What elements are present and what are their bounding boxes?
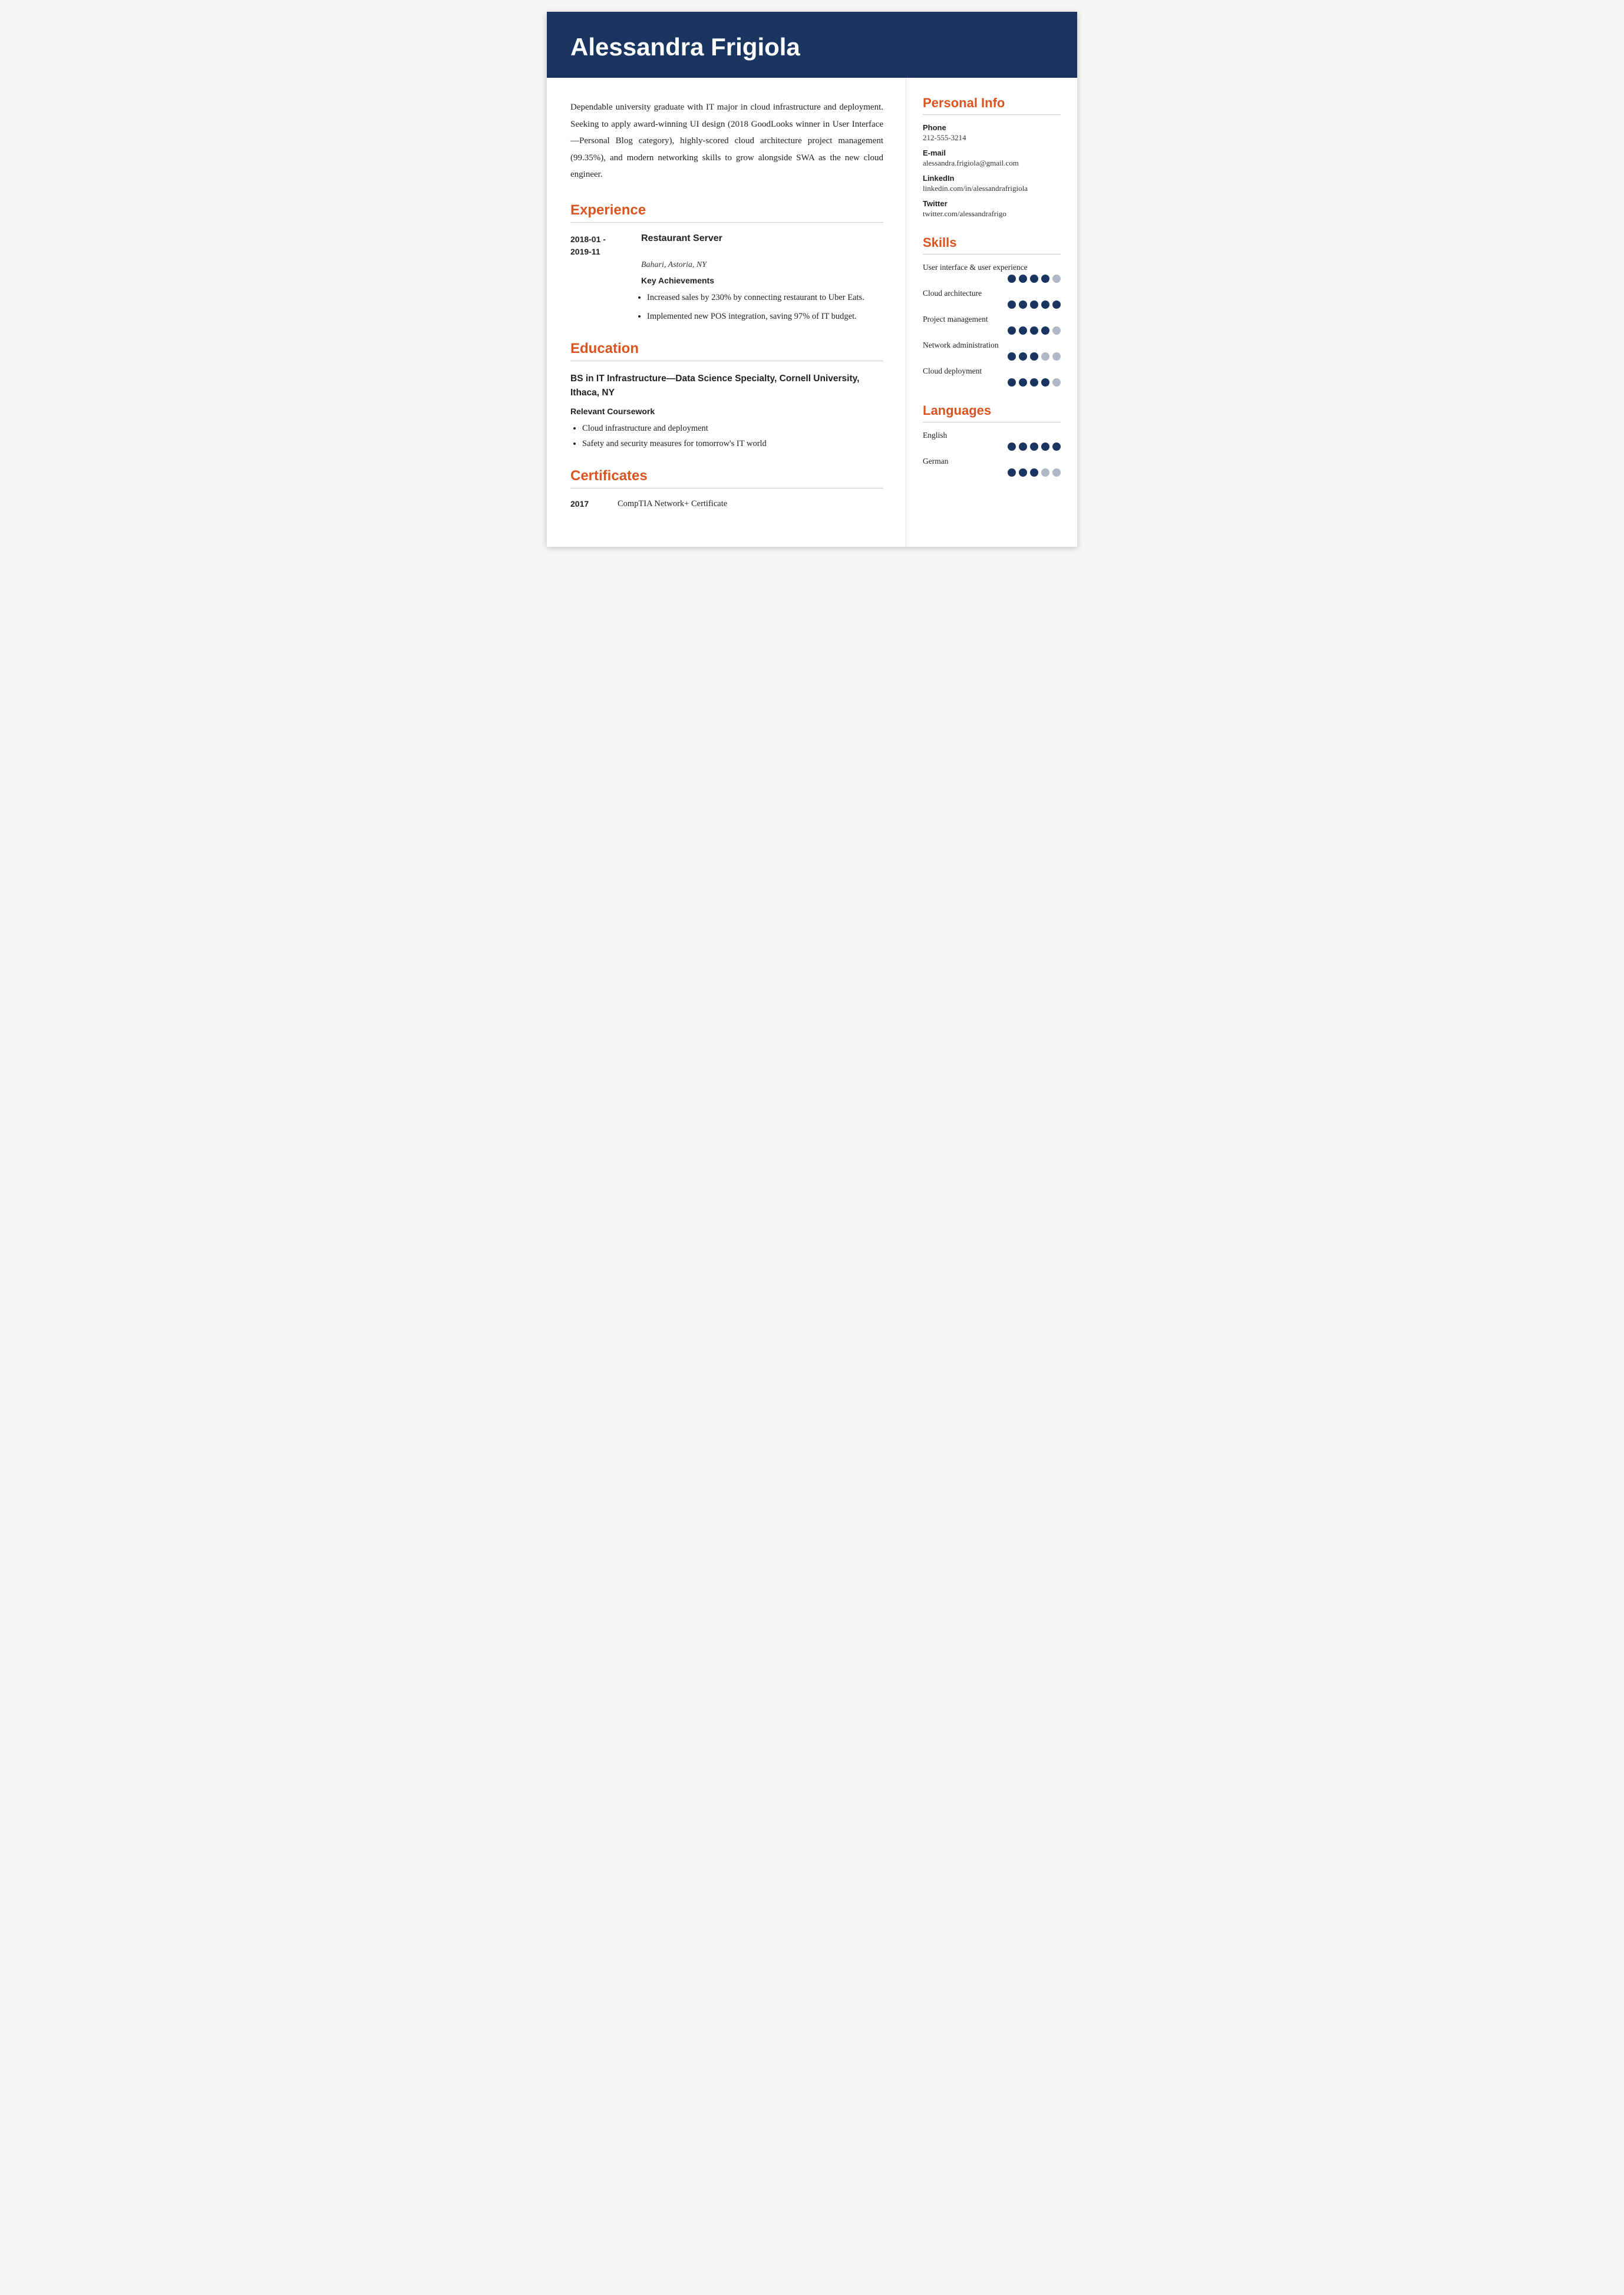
education-block: BS in IT Infrastructure—Data Science Spe… xyxy=(570,372,883,452)
main-column: Dependable university graduate with IT m… xyxy=(547,78,906,547)
skills-section: Skills User interface & user experience … xyxy=(923,235,1061,387)
cert-block: 2017 CompTIA Network+ Certificate xyxy=(570,499,883,509)
dot-filled xyxy=(1019,468,1027,477)
dot-filled xyxy=(1019,301,1027,309)
dot-filled xyxy=(1019,443,1027,451)
dot-filled xyxy=(1019,378,1027,387)
skill-dots-network xyxy=(923,352,1061,361)
exp-dates: 2018-01 - 2019-11 xyxy=(570,233,641,258)
skills-title: Skills xyxy=(923,235,1061,250)
experience-block: 2018-01 - 2019-11 Restaurant Server Baha… xyxy=(570,233,883,324)
dot-filled xyxy=(1041,275,1049,283)
dot-filled xyxy=(1052,443,1061,451)
dot-filled xyxy=(1008,352,1016,361)
skill-dots-ui xyxy=(923,275,1061,283)
dot-filled xyxy=(1030,443,1038,451)
lang-dots-german xyxy=(923,468,1061,477)
dot-filled xyxy=(1019,326,1027,335)
experience-divider xyxy=(570,222,883,223)
dot-filled xyxy=(1008,443,1016,451)
dot-filled xyxy=(1019,352,1027,361)
skill-block-ui: User interface & user experience xyxy=(923,263,1061,283)
personal-info-title: Personal Info xyxy=(923,95,1061,111)
skill-dots-cloud-deploy xyxy=(923,378,1061,387)
personal-info-divider xyxy=(923,114,1061,115)
resume-container: Alessandra Frigiola Dependable universit… xyxy=(547,12,1077,547)
exp-header: 2018-01 - 2019-11 Restaurant Server xyxy=(570,233,883,258)
dot-filled xyxy=(1030,352,1038,361)
edu-degree: BS in IT Infrastructure—Data Science Spe… xyxy=(570,372,883,401)
skill-dots-pm xyxy=(923,326,1061,335)
dot-filled xyxy=(1041,378,1049,387)
dot-filled xyxy=(1041,326,1049,335)
body-container: Dependable university graduate with IT m… xyxy=(547,78,1077,547)
personal-info-linkedin: LinkedIn linkedin.com/in/alessandrafrigi… xyxy=(923,174,1061,193)
dot-filled xyxy=(1030,378,1038,387)
sidebar-column: Personal Info Phone 212-555-3214 E-mail … xyxy=(906,78,1077,547)
resume-header: Alessandra Frigiola xyxy=(547,12,1077,78)
lang-dots-english xyxy=(923,443,1061,451)
achievement-item: Increased sales by 230% by connecting re… xyxy=(647,290,883,305)
personal-info-email: E-mail alessandra.frigiola@gmail.com xyxy=(923,148,1061,168)
dot-empty xyxy=(1041,468,1049,477)
exp-company: Bahari, Astoria, NY xyxy=(641,260,883,270)
dot-filled xyxy=(1041,301,1049,309)
dot-filled xyxy=(1008,378,1016,387)
dot-filled xyxy=(1008,468,1016,477)
cert-name: CompTIA Network+ Certificate xyxy=(618,499,727,509)
dot-filled xyxy=(1041,443,1049,451)
course-item: Cloud infrastructure and deployment xyxy=(582,421,883,436)
key-achievements-title: Key Achievements xyxy=(641,276,883,285)
dot-filled xyxy=(1030,326,1038,335)
dot-empty xyxy=(1052,326,1061,335)
dot-empty xyxy=(1052,352,1061,361)
skill-block-pm: Project management xyxy=(923,315,1061,335)
dot-filled xyxy=(1030,468,1038,477)
dot-filled xyxy=(1019,275,1027,283)
skill-block-cloud-deploy: Cloud deployment xyxy=(923,366,1061,387)
education-section: Education BS in IT Infrastructure—Data S… xyxy=(570,341,883,452)
personal-info-twitter: Twitter twitter.com/alessandrafrigo xyxy=(923,199,1061,219)
skill-block-cloud-arch: Cloud architecture xyxy=(923,289,1061,309)
dot-empty xyxy=(1041,352,1049,361)
personal-info-phone: Phone 212-555-3214 xyxy=(923,123,1061,143)
coursework-list: Cloud infrastructure and deployment Safe… xyxy=(582,421,883,451)
languages-title: Languages xyxy=(923,403,1061,418)
cert-year: 2017 xyxy=(570,499,618,509)
languages-section: Languages English German xyxy=(923,403,1061,477)
exp-title: Restaurant Server xyxy=(641,233,722,258)
achievements-list: Increased sales by 230% by connecting re… xyxy=(647,290,883,324)
dot-filled xyxy=(1008,326,1016,335)
lang-block-german: German xyxy=(923,457,1061,477)
achievement-item: Implemented new POS integration, saving … xyxy=(647,309,883,324)
course-item: Safety and security measures for tomorro… xyxy=(582,436,883,451)
dot-filled xyxy=(1030,275,1038,283)
education-title: Education xyxy=(570,341,883,357)
dot-empty xyxy=(1052,378,1061,387)
experience-title: Experience xyxy=(570,202,883,219)
personal-info-section: Personal Info Phone 212-555-3214 E-mail … xyxy=(923,95,1061,219)
certificates-title: Certificates xyxy=(570,468,883,484)
dot-empty xyxy=(1052,275,1061,283)
dot-filled xyxy=(1052,301,1061,309)
dot-filled xyxy=(1008,301,1016,309)
skill-dots-cloud-arch xyxy=(923,301,1061,309)
skills-divider xyxy=(923,254,1061,255)
dot-filled xyxy=(1008,275,1016,283)
summary-text: Dependable university graduate with IT m… xyxy=(570,99,883,183)
dot-empty xyxy=(1052,468,1061,477)
lang-block-english: English xyxy=(923,431,1061,451)
certificates-section: Certificates 2017 CompTIA Network+ Certi… xyxy=(570,468,883,509)
experience-section: Experience 2018-01 - 2019-11 Restaurant … xyxy=(570,202,883,324)
coursework-title: Relevant Coursework xyxy=(570,407,883,416)
candidate-name: Alessandra Frigiola xyxy=(570,33,1054,61)
dot-filled xyxy=(1030,301,1038,309)
skill-block-network: Network administration xyxy=(923,341,1061,361)
